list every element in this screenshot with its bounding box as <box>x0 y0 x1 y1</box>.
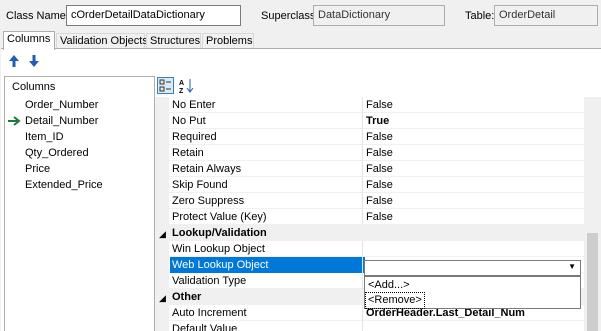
category-lookup-validation[interactable]: ◢ Lookup/Validation <box>155 225 585 241</box>
tab-columns[interactable]: Columns <box>3 31 55 50</box>
column-item-extended-price[interactable]: Extended_Price <box>25 177 103 193</box>
svg-text:A: A <box>179 80 184 87</box>
column-item-qty-ordered[interactable]: Qty_Ordered <box>25 145 89 161</box>
tab-validation-objects[interactable]: Validation Objects <box>56 33 148 48</box>
prop-row-protect-value[interactable]: Protect Value (Key) False <box>155 209 585 225</box>
columns-list: Columns Order_Number Detail_Number Item_… <box>4 76 155 331</box>
move-up-button[interactable] <box>6 54 22 70</box>
prop-row-skip-found[interactable]: Skip Found False <box>155 177 585 193</box>
dropdown-option-remove[interactable]: <Remove> <box>365 292 425 309</box>
table-label: Table: <box>465 10 495 22</box>
collapse-icon[interactable]: ◢ <box>159 290 166 306</box>
arrow-down-icon <box>29 55 39 67</box>
alphabetical-sort-button[interactable]: A Z <box>178 77 195 95</box>
chevron-down-icon[interactable]: ▼ <box>568 262 576 271</box>
column-item-order-number[interactable]: Order_Number <box>25 97 98 113</box>
class-name-label: Class Name: <box>6 10 69 22</box>
lookup-dropdown-list: <Add...> <Remove> <box>364 276 581 309</box>
arrow-up-icon <box>9 55 19 67</box>
prop-row-required[interactable]: Required False <box>155 129 585 145</box>
prop-row-no-put[interactable]: No Put True <box>155 113 585 129</box>
categorized-sort-button[interactable] <box>157 77 174 94</box>
superclass-label: Superclass: <box>261 10 319 22</box>
class-name-field[interactable]: cOrderDetailDataDictionary <box>66 5 241 26</box>
categorized-icon <box>159 79 171 92</box>
prop-row-default-value[interactable]: Default Value <box>155 321 585 331</box>
dropdown-option-add[interactable]: <Add...> <box>368 278 410 293</box>
prop-row-retain-always[interactable]: Retain Always False <box>155 161 585 177</box>
prop-row-no-enter[interactable]: No Enter False <box>155 97 585 113</box>
prop-row-win-lookup-object[interactable]: Win Lookup Object <box>155 241 585 257</box>
sort-az-icon: A Z <box>179 79 194 95</box>
superclass-field: DataDictionary <box>313 5 445 26</box>
prop-row-zero-suppress[interactable]: Zero Suppress False <box>155 193 585 209</box>
columns-list-title: Columns <box>12 81 56 93</box>
current-arrow-icon <box>8 116 22 129</box>
table-field: OrderDetail <box>494 5 598 26</box>
move-down-button[interactable] <box>26 54 42 70</box>
prop-row-retain[interactable]: Retain False <box>155 145 585 161</box>
column-item-detail-number[interactable]: Detail_Number <box>25 113 98 129</box>
tab-structures[interactable]: Structures <box>146 33 201 48</box>
scrollbar-thumb[interactable] <box>587 233 598 331</box>
svg-text:Z: Z <box>179 88 184 94</box>
column-item-price[interactable]: Price <box>25 161 50 177</box>
web-lookup-combo[interactable]: ▼ <box>364 260 581 276</box>
column-item-item-id[interactable]: Item_ID <box>25 129 64 145</box>
tab-problems[interactable]: Problems <box>202 33 254 48</box>
collapse-icon[interactable]: ◢ <box>159 226 166 242</box>
